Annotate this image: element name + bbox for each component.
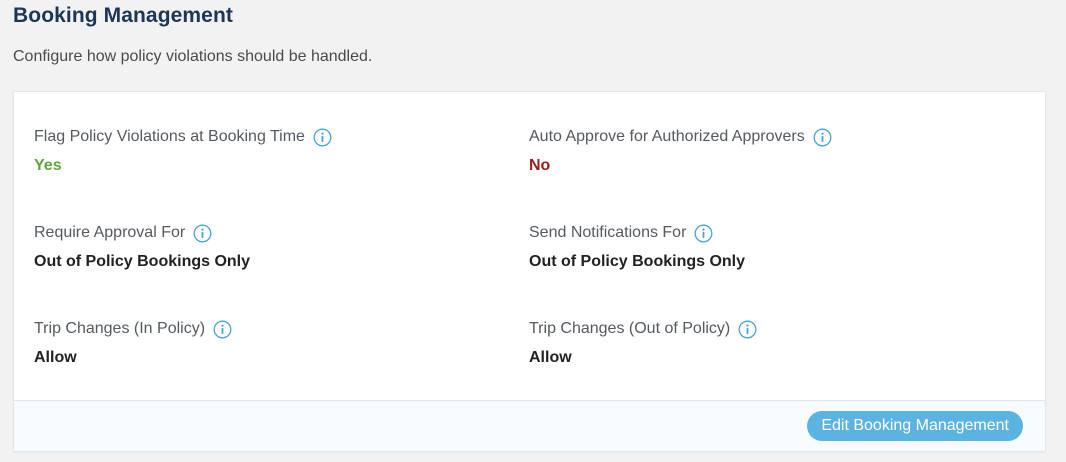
setting-label: Trip Changes (Out of Policy) — [529, 320, 731, 337]
setting-value: Out of Policy Bookings Only — [529, 253, 746, 270]
settings-card: Flag Policy Violations at Booking Time Y… — [13, 91, 1046, 452]
info-icon[interactable] — [738, 320, 757, 339]
setting-value: Allow — [34, 349, 77, 366]
page-subtitle: Configure how policy violations should b… — [13, 48, 373, 65]
info-icon[interactable] — [213, 320, 232, 339]
edit-booking-management-button[interactable]: Edit Booking Management — [807, 411, 1023, 441]
info-icon[interactable] — [193, 224, 212, 243]
setting-value: Yes — [34, 157, 62, 174]
setting-send-notifications: Send Notifications For Out of Policy Boo… — [529, 222, 969, 273]
card-footer: Edit Booking Management — [14, 400, 1045, 451]
setting-trip-changes-out-of-policy: Trip Changes (Out of Policy) Allow — [529, 318, 969, 369]
setting-label: Flag Policy Violations at Booking Time — [34, 128, 305, 145]
setting-label: Require Approval For — [34, 224, 186, 241]
setting-trip-changes-in-policy: Trip Changes (In Policy) Allow — [34, 318, 474, 369]
setting-label: Auto Approve for Authorized Approvers — [529, 128, 805, 145]
booking-management-page: Booking Management Configure how policy … — [0, 0, 1066, 462]
setting-flag-policy-violations: Flag Policy Violations at Booking Time Y… — [34, 126, 474, 177]
setting-value: Allow — [529, 349, 572, 366]
info-icon[interactable] — [313, 128, 332, 147]
setting-value: Out of Policy Bookings Only — [34, 253, 251, 270]
setting-label: Send Notifications For — [529, 224, 687, 241]
page-title: Booking Management — [13, 4, 233, 27]
setting-label: Trip Changes (In Policy) — [34, 320, 206, 337]
setting-value: No — [529, 157, 551, 174]
info-icon[interactable] — [694, 224, 713, 243]
setting-require-approval: Require Approval For Out of Policy Booki… — [34, 222, 474, 273]
info-icon[interactable] — [813, 128, 832, 147]
setting-auto-approve: Auto Approve for Authorized Approvers No — [529, 126, 969, 177]
